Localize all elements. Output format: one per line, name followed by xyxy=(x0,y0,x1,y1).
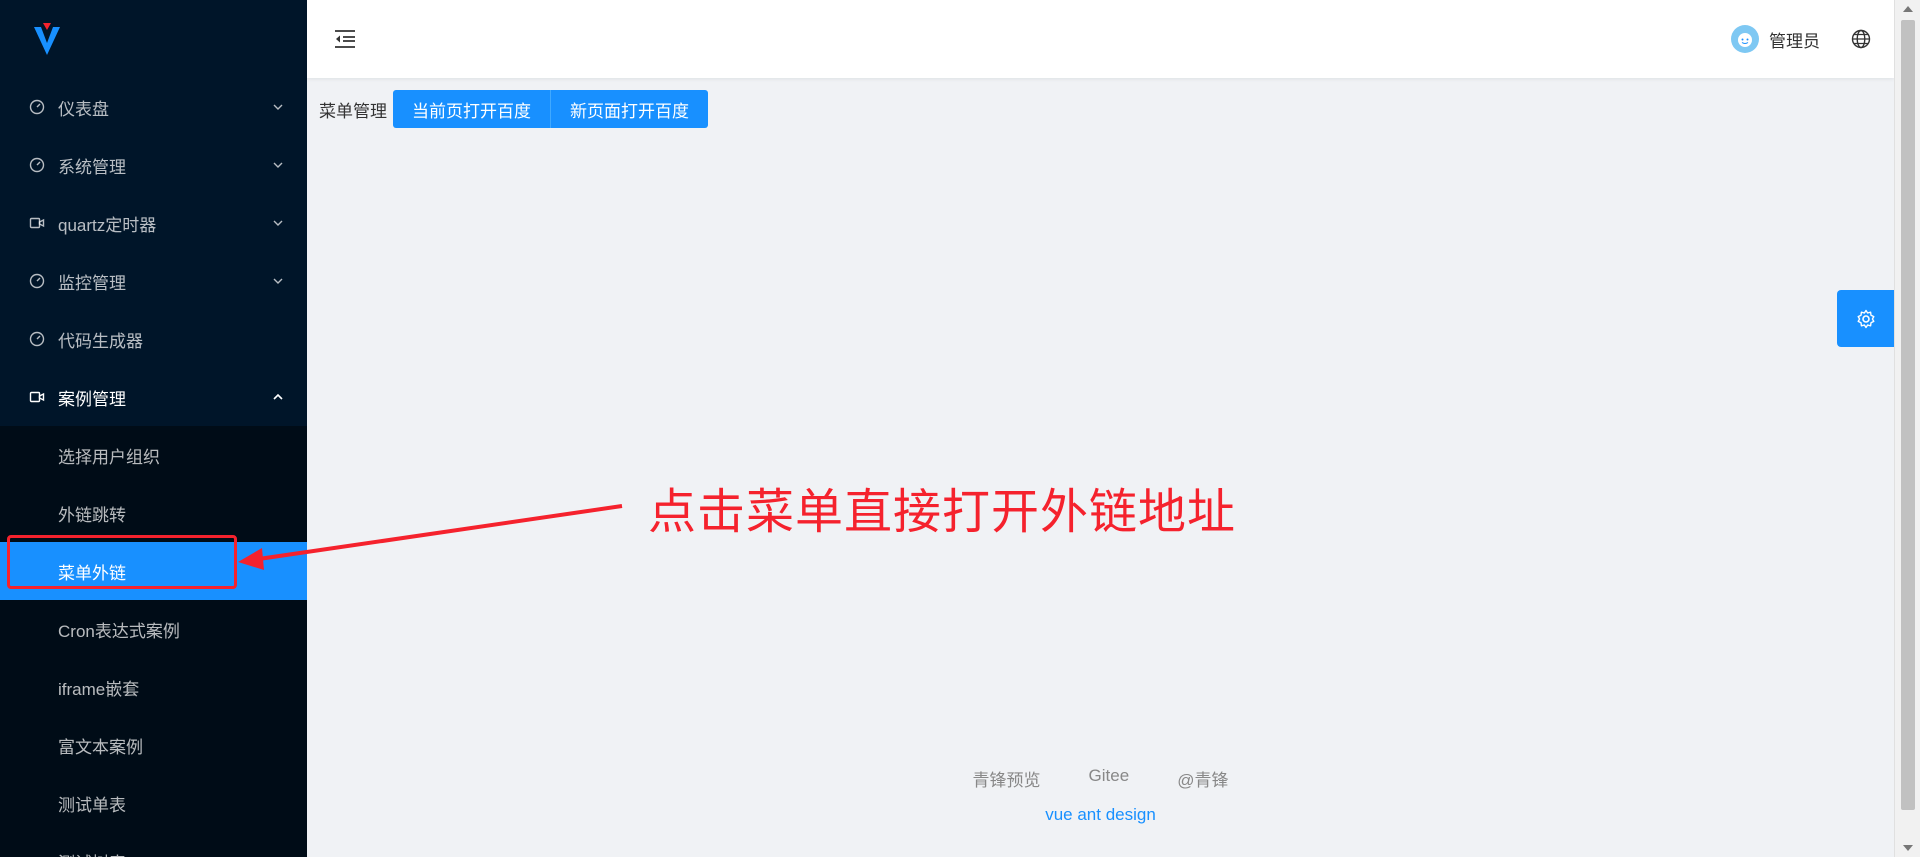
menu-fold-icon[interactable] xyxy=(333,27,357,51)
menu-item-dashboard[interactable]: 仪表盘 xyxy=(0,78,307,136)
open-baidu-current-page-button[interactable]: 当前页打开百度 xyxy=(393,90,551,128)
open-baidu-new-page-button[interactable]: 新页面打开百度 xyxy=(551,90,708,128)
annotation-highlight-box xyxy=(7,535,237,589)
submenu-item-rich-text[interactable]: 富文本案例 xyxy=(0,716,307,774)
chevron-down-icon xyxy=(271,158,285,172)
logo[interactable] xyxy=(0,0,307,78)
logo-icon xyxy=(34,23,60,55)
scroll-down-arrow-icon[interactable] xyxy=(1903,845,1913,851)
page-scrollbar[interactable] xyxy=(1894,0,1920,857)
menu-item-cases[interactable]: 案例管理 xyxy=(0,368,307,426)
dashboard-icon xyxy=(28,330,46,348)
annotation-text: 点击菜单直接打开外链地址 xyxy=(648,484,1237,540)
scroll-up-arrow-icon[interactable] xyxy=(1903,6,1913,12)
footer-links: 青锋预览 Gitee @青锋 xyxy=(307,766,1894,791)
video-camera-icon xyxy=(28,388,46,406)
chevron-down-icon xyxy=(271,216,285,230)
submenu-item-cron[interactable]: Cron表达式案例 xyxy=(0,600,307,658)
footer: 青锋预览 Gitee @青锋 vue ant design xyxy=(307,766,1894,825)
user-name[interactable]: 管理员 xyxy=(1769,27,1820,52)
footer-copyright[interactable]: vue ant design xyxy=(307,805,1894,825)
globe-icon[interactable] xyxy=(1850,28,1872,50)
menu-item-system[interactable]: 系统管理 xyxy=(0,136,307,194)
chevron-up-icon xyxy=(271,390,285,404)
video-camera-icon xyxy=(28,214,46,232)
gear-icon xyxy=(1857,309,1875,328)
menu-label: 系统管理 xyxy=(58,157,126,177)
submenu-item-select-user-org[interactable]: 选择用户组织 xyxy=(0,426,307,484)
footer-link-author[interactable]: @青锋 xyxy=(1177,766,1228,791)
footer-link-preview[interactable]: 青锋预览 xyxy=(973,766,1041,791)
menu-item-monitor[interactable]: 监控管理 xyxy=(0,252,307,310)
avatar-icon xyxy=(1738,33,1752,47)
submenu-item-iframe[interactable]: iframe嵌套 xyxy=(0,658,307,716)
submenu-cases: 选择用户组织 外链跳转 菜单外链 Cron表达式案例 iframe嵌套 富文本案… xyxy=(0,426,307,857)
footer-link-gitee[interactable]: Gitee xyxy=(1089,766,1130,791)
avatar[interactable] xyxy=(1731,25,1759,53)
chevron-down-icon xyxy=(271,274,285,288)
toolbar: 菜单管理 当前页打开百度 新页面打开百度 xyxy=(319,90,708,128)
submenu-item-test-tree-table[interactable]: 测试树表 xyxy=(0,832,307,857)
menu-item-codegen[interactable]: 代码生成器 xyxy=(0,310,307,368)
menu-label: 仪表盘 xyxy=(58,99,109,119)
settings-drawer-button[interactable] xyxy=(1837,290,1895,347)
chevron-down-icon xyxy=(271,100,285,114)
dashboard-icon xyxy=(28,156,46,174)
scroll-thumb[interactable] xyxy=(1901,20,1915,810)
dashboard-icon xyxy=(28,98,46,116)
breadcrumb: 菜单管理 xyxy=(319,101,387,121)
menu-label: 案例管理 xyxy=(58,389,126,409)
header-right: 管理员 xyxy=(1731,25,1872,53)
menu-label: 监控管理 xyxy=(58,273,126,293)
sidebar: 仪表盘 系统管理 quartz定时器 监控管理 代码生成器 案例管理 选择用户组… xyxy=(0,0,307,857)
submenu-item-external-jump[interactable]: 外链跳转 xyxy=(0,484,307,542)
header: 管理员 xyxy=(307,0,1894,78)
menu-label: 代码生成器 xyxy=(58,331,143,351)
menu-item-quartz[interactable]: quartz定时器 xyxy=(0,194,307,252)
menu-label: quartz定时器 xyxy=(58,215,157,235)
submenu-item-test-single-table[interactable]: 测试单表 xyxy=(0,774,307,832)
dashboard-icon xyxy=(28,272,46,290)
